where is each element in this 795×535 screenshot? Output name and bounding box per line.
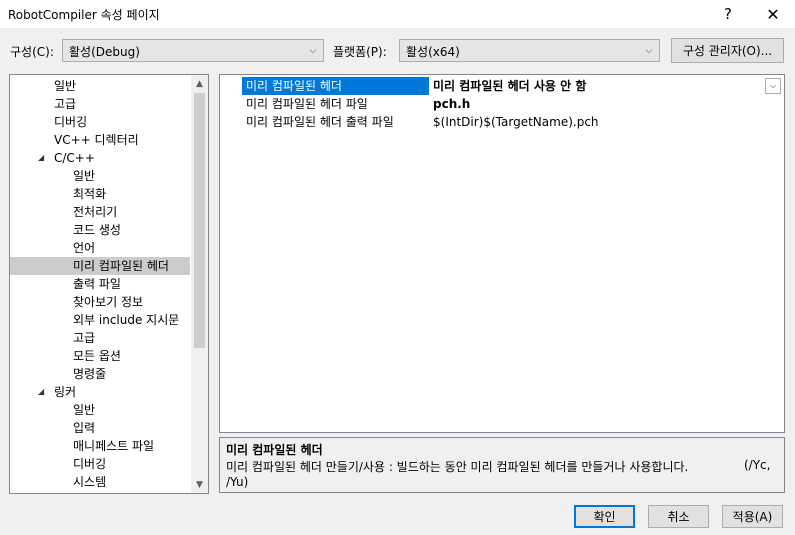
tree-item-label: 디버깅 xyxy=(73,457,107,471)
tree-item[interactable]: 외부 include 지시문 xyxy=(10,311,190,329)
tree-item[interactable]: 언어 xyxy=(10,239,190,257)
tree-item-label: 찾아보기 정보 xyxy=(73,295,144,309)
platform-value: 활성(x64) xyxy=(406,45,460,59)
tree-item[interactable]: 일반 xyxy=(10,401,190,419)
tree-item-label: 최적화 xyxy=(73,187,107,201)
tree-item-label: 미리 컴파일된 헤더 xyxy=(73,259,169,273)
tree-item-label: 언어 xyxy=(73,241,96,255)
tree-item[interactable]: 시스템 xyxy=(10,473,190,491)
tree-item[interactable]: 고급 xyxy=(10,95,190,113)
description-panel: 미리 컴파일된 헤더 미리 컴파일된 헤더 만들기/사용 : 빌드하는 동안 미… xyxy=(219,437,785,493)
close-icon: ✕ xyxy=(766,4,780,24)
configuration-manager-button[interactable]: 구성 관리자(O)... xyxy=(671,38,784,63)
property-name: 미리 컴파일된 헤더 파일 xyxy=(246,97,368,111)
category-tree[interactable]: 일반 고급 디버깅 VC++ 디렉터리 ◢ C/C++ 일반 최적화 전처리기 코드 생성 언어 미리… xyxy=(9,74,209,494)
description-title: 미리 컴파일된 헤더 xyxy=(226,443,323,457)
platform-combobox[interactable]: 활성(x64) ⌵ xyxy=(399,39,660,62)
scroll-thumb[interactable] xyxy=(194,93,205,348)
tree-item-label: 매니페스트 파일 xyxy=(73,439,155,453)
chevron-down-icon: ⌵ xyxy=(645,45,653,56)
tree-item[interactable]: 모든 옵션 xyxy=(10,347,190,365)
tree-item[interactable]: 전처리기 xyxy=(10,203,190,221)
tree-item-label: 링커 xyxy=(54,385,77,399)
property-grid[interactable]: 미리 컴파일된 헤더 미리 컴파일된 헤더 사용 안 함 ⌵ 미리 컴파일된 헤더 파… xyxy=(219,74,785,433)
property-value[interactable]: $(IntDir)$(TargetName).pch xyxy=(430,113,599,131)
tree-item[interactable]: VC++ 디렉터리 xyxy=(10,131,190,149)
property-name: 미리 컴파일된 헤더 xyxy=(242,77,429,95)
tree-item[interactable]: 입력 xyxy=(10,419,190,437)
description-switch-2: /Yu) xyxy=(226,475,249,489)
tree-item[interactable]: 최적화 xyxy=(10,185,190,203)
scroll-down-icon[interactable]: ▼ xyxy=(191,476,208,493)
tree-item-label: 디버깅 xyxy=(54,115,88,129)
property-name: 미리 컴파일된 헤더 출력 파일 xyxy=(246,115,394,129)
tree-item[interactable]: 매니페스트 파일 xyxy=(10,437,190,455)
property-value[interactable]: pch.h xyxy=(430,95,470,113)
tree-item-label: 외부 include 지시문 xyxy=(73,313,180,327)
tree-item[interactable]: ◢ C/C++ xyxy=(10,149,190,167)
dropdown-arrow-icon[interactable]: ⌵ xyxy=(765,78,781,94)
tree-item[interactable]: 일반 xyxy=(10,77,190,95)
tree-item[interactable]: 일반 xyxy=(10,167,190,185)
expand-triangle-icon[interactable]: ◢ xyxy=(38,383,44,401)
tree-item-label: 시스템 xyxy=(73,475,107,489)
tree-item[interactable]: 고급 xyxy=(10,329,190,347)
platform-label: 플랫폼(P): xyxy=(333,45,387,59)
tree-item-label: 모든 옵션 xyxy=(73,349,121,363)
tree-item[interactable]: 디버깅 xyxy=(10,455,190,473)
description-switch-1: (/Yc, xyxy=(744,458,771,472)
tree-item[interactable]: ◢ 링커 xyxy=(10,383,190,401)
tree-item[interactable]: 명령줄 xyxy=(10,365,190,383)
help-button[interactable]: ? xyxy=(706,0,750,28)
property-pages-dialog: RobotCompiler 속성 페이지 ? ✕ 구성(C): 활성(Debug… xyxy=(0,0,795,535)
apply-button[interactable]: 적용(A) xyxy=(722,505,783,528)
tree-item-label: C/C++ xyxy=(54,151,95,165)
property-row[interactable]: 미리 컴파일된 헤더 출력 파일 $(IntDir)$(TargetName).p… xyxy=(242,113,783,131)
tree-item-label: 일반 xyxy=(54,79,77,93)
ok-button[interactable]: 확인 xyxy=(574,505,635,528)
configuration-value: 활성(Debug) xyxy=(69,45,140,59)
tree-item-label: 전처리기 xyxy=(73,205,118,219)
tree-item-label: 고급 xyxy=(54,97,77,111)
configuration-combobox[interactable]: 활성(Debug) ⌵ xyxy=(62,39,324,62)
tree-item-label: 출력 파일 xyxy=(73,277,121,291)
tree-item[interactable]: 찾아보기 정보 xyxy=(10,293,190,311)
scroll-up-icon[interactable]: ▲ xyxy=(191,75,208,92)
property-row[interactable]: 미리 컴파일된 헤더 파일 pch.h xyxy=(242,95,783,113)
tree-item[interactable]: 코드 생성 xyxy=(10,221,190,239)
tree-item[interactable]: 미리 컴파일된 헤더 xyxy=(10,257,190,275)
expand-triangle-icon[interactable]: ◢ xyxy=(38,149,44,167)
cancel-button[interactable]: 취소 xyxy=(648,505,709,528)
tree-item-label: 코드 생성 xyxy=(73,223,121,237)
tree-item-label: 입력 xyxy=(73,421,96,435)
description-text: 미리 컴파일된 헤더 만들기/사용 : 빌드하는 동안 미리 컴파일된 헤더를 … xyxy=(226,460,689,474)
tree-scrollbar[interactable]: ▲ ▼ xyxy=(191,75,208,493)
property-value[interactable]: 미리 컴파일된 헤더 사용 안 함 xyxy=(430,77,586,95)
title-bar: RobotCompiler 속성 페이지 ? ✕ xyxy=(0,0,795,28)
tree-item-label: 일반 xyxy=(73,403,96,417)
tree-item-label: VC++ 디렉터리 xyxy=(54,133,139,147)
configuration-label: 구성(C): xyxy=(10,45,54,59)
tree-item[interactable]: 출력 파일 xyxy=(10,275,190,293)
help-icon: ? xyxy=(724,5,732,23)
tree-item-label: 일반 xyxy=(73,169,96,183)
tree-item-label: 고급 xyxy=(73,331,96,345)
chevron-down-icon: ⌵ xyxy=(309,45,317,56)
tree-item-label: 명령줄 xyxy=(73,367,107,381)
property-row[interactable]: 미리 컴파일된 헤더 미리 컴파일된 헤더 사용 안 함 ⌵ xyxy=(242,77,783,95)
tree-item[interactable]: 디버깅 xyxy=(10,113,190,131)
close-button[interactable]: ✕ xyxy=(751,0,795,28)
window-title: RobotCompiler 속성 페이지 xyxy=(8,8,160,22)
